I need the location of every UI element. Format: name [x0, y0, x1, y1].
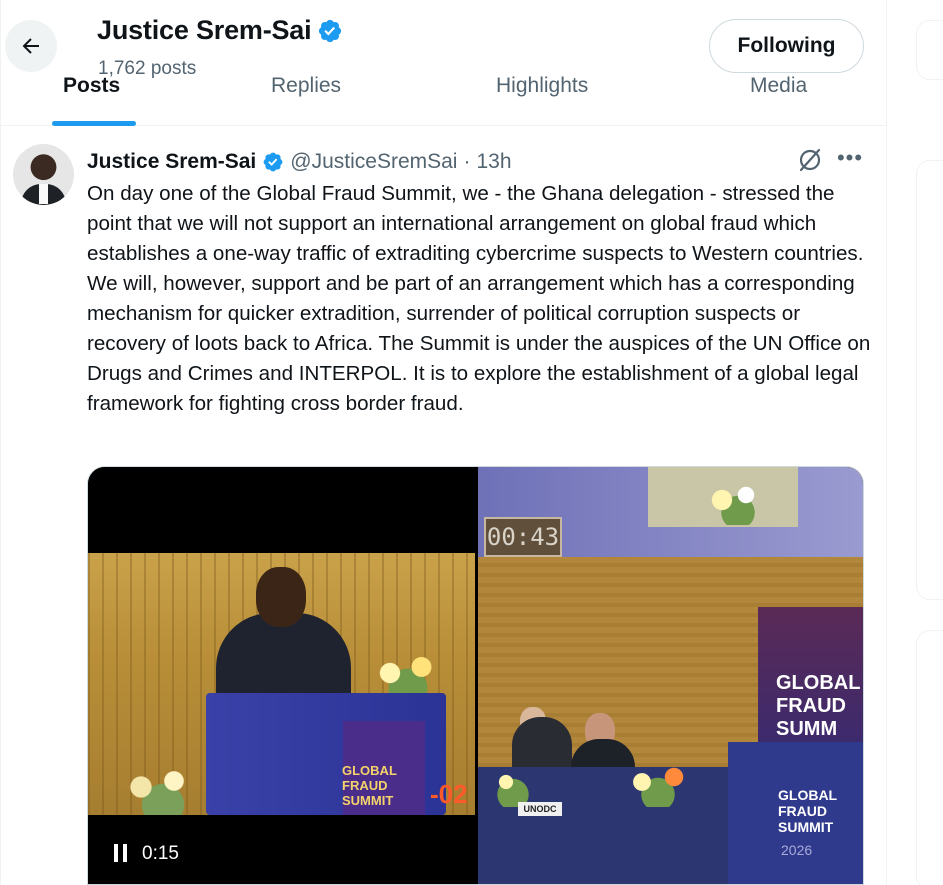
right-sidebar — [888, 0, 943, 885]
verified-badge-icon — [263, 152, 283, 172]
back-button[interactable] — [5, 20, 57, 72]
tab-posts[interactable]: Posts — [63, 74, 120, 98]
overlay-number: -02 — [430, 779, 468, 809]
tweet-media[interactable]: GLOBAL FRAUD SUMMIT -02 0:15 00:43 GLOBA — [87, 466, 864, 885]
tab-replies[interactable]: Replies — [271, 74, 341, 98]
more-dots-icon[interactable]: ••• — [837, 145, 863, 171]
flower-arrangement — [108, 763, 218, 815]
profile-tabs: Posts Replies Highlights Media — [1, 70, 886, 126]
tweet-timestamp[interactable]: 13h — [476, 150, 511, 174]
pause-icon[interactable] — [113, 843, 129, 863]
verified-badge-icon — [319, 19, 342, 42]
name-card: UNODC — [518, 802, 562, 816]
dais-year: 2026 — [781, 842, 813, 858]
video-controls: 0:15 — [88, 815, 475, 884]
tab-media[interactable]: Media — [750, 74, 807, 98]
flower-arrangement — [698, 475, 778, 525]
sidebar-card — [916, 160, 943, 600]
following-button[interactable]: Following — [709, 19, 864, 73]
tweet[interactable]: Justice Srem-Sai @JusticeSremSai · 13h •… — [1, 127, 886, 885]
dais-text: GLOBAL FRAUD SUMMIT — [778, 787, 837, 835]
tweet-author-name[interactable]: Justice Srem-Sai — [87, 150, 256, 174]
search-box[interactable] — [916, 20, 943, 80]
profile-name: Justice Srem-Sai — [97, 15, 343, 46]
sidebar-card — [916, 630, 943, 885]
video-frame — [88, 553, 475, 815]
video-player[interactable]: GLOBAL FRAUD SUMMIT -02 0:15 — [88, 467, 475, 884]
tweet-header: Justice Srem-Sai @JusticeSremSai · 13h — [87, 148, 512, 176]
separator-dot: · — [463, 150, 471, 173]
flower-arrangement — [618, 757, 698, 807]
tab-highlights[interactable]: Highlights — [496, 74, 588, 98]
profile-header: Justice Srem-Sai 1,762 posts Following P… — [1, 0, 886, 126]
avatar[interactable] — [13, 144, 74, 205]
summit-banner-text: GLOBAL FRAUD SUMM — [776, 672, 861, 740]
tweet-author-handle[interactable]: @JusticeSremSai — [290, 150, 457, 174]
main-column: Justice Srem-Sai 1,762 posts Following P… — [0, 0, 887, 885]
video-time: 0:15 — [142, 843, 179, 864]
grok-icon[interactable] — [797, 147, 823, 173]
active-tab-indicator — [52, 121, 136, 126]
timer-display: 00:43 — [484, 517, 562, 557]
photo[interactable]: 00:43 GLOBAL FRAUD SUMM UNODC GLOBAL FRA… — [478, 467, 863, 884]
speaker-head — [256, 567, 306, 627]
avatar-shirt — [39, 184, 48, 204]
podium-banner-text: GLOBAL FRAUD SUMMIT — [342, 763, 397, 808]
arrow-left-icon — [22, 38, 39, 54]
flower-arrangement — [478, 757, 548, 807]
tweet-text: On day one of the Global Fraud Summit, w… — [87, 182, 871, 415]
profile-name-text: Justice Srem-Sai — [97, 15, 312, 45]
